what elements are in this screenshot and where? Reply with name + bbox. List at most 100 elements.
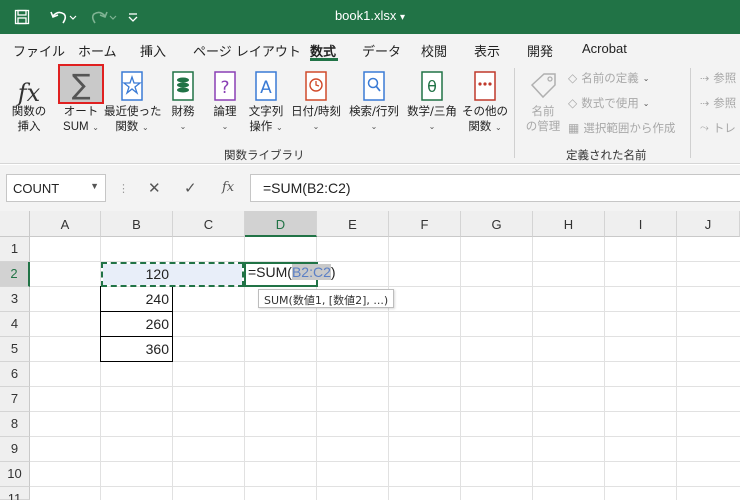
financial-button[interactable]: 財務 ⌄ (163, 64, 203, 144)
tab-acrobat[interactable]: Acrobat (582, 41, 627, 56)
tab-insert[interactable]: 挿入 (140, 41, 166, 60)
theta-book-icon: θ (421, 71, 443, 101)
row-header[interactable]: 3 (0, 287, 30, 312)
gridline (30, 486, 740, 487)
tab-page-layout[interactable]: ページ レイアウト (193, 41, 301, 60)
tab-home[interactable]: ホーム (78, 41, 117, 60)
column-header[interactable]: J (677, 211, 740, 237)
letter-book-icon: A (255, 71, 277, 101)
column-header[interactable]: A (30, 211, 101, 237)
name-manager-button[interactable]: 名前 の管理 (522, 64, 564, 144)
gridline (388, 237, 389, 500)
autosum-button[interactable]: ∑ オート SUM ⌄ (58, 64, 104, 144)
column-header[interactable]: B (101, 211, 173, 237)
column-header[interactable]: E (317, 211, 389, 237)
trace-dependents-button[interactable]: ⇢ 参照 (700, 95, 736, 111)
create-from-selection-button[interactable]: ▦ 選択範囲から作成 (568, 120, 675, 136)
gridline (604, 237, 605, 500)
column-header[interactable]: C (173, 211, 245, 237)
chevron-down-icon: ⌄ (312, 122, 320, 131)
marching-ants-selection (101, 262, 244, 287)
column-header[interactable]: G (461, 211, 533, 237)
row-header[interactable]: 9 (0, 437, 30, 462)
row-header[interactable]: 5 (0, 337, 30, 362)
group-label-defined-names: 定義された名前 (566, 148, 647, 162)
remove-arrows-button[interactable]: ⤳ トレ (700, 120, 736, 136)
active-tab-indicator (310, 58, 338, 61)
window-title[interactable]: book1.xlsx ▾ (0, 8, 740, 23)
chevron-down-icon: ⌄ (642, 98, 650, 108)
row-header-active[interactable]: 2 (0, 262, 30, 287)
cell-b5[interactable]: 360 (101, 337, 173, 362)
recently-used-button[interactable]: 最近使った 関数 ⌄ (104, 64, 162, 144)
ribbon-tabs: ファイル ホーム 挿入 ページ レイアウト 数式 データ 校閲 表示 開発 Ac… (0, 34, 740, 64)
datetime-button[interactable]: 日付/時刻 ⌄ (288, 64, 344, 144)
chevron-down-icon: ⌄ (428, 122, 436, 131)
cancel-icon[interactable]: ✕ (148, 179, 161, 197)
cell-d2-formula: =SUM(B2:C2) (248, 264, 336, 280)
trace-precedents-button[interactable]: ⇢ 参照 (700, 70, 736, 86)
gridline (30, 461, 740, 462)
cell-b3[interactable]: 240 (101, 287, 173, 312)
tag-icon (530, 73, 556, 99)
tab-review[interactable]: 校閲 (421, 41, 447, 60)
trace-icon: ⇢ (700, 96, 710, 110)
lookup-button[interactable]: 検索/行列 ⌄ (345, 64, 403, 144)
tab-view[interactable]: 表示 (474, 41, 500, 60)
formula-tag-icon: ◇ (568, 96, 578, 110)
more-functions-button[interactable]: その他の 関数 ⌄ (461, 64, 509, 144)
use-in-formula-button[interactable]: ◇ 数式で使用 ⌄ (568, 95, 649, 111)
grid-icon: ▦ (568, 121, 580, 135)
range-reference: B2:C2 (291, 264, 331, 280)
define-name-button[interactable]: ◇ 名前の定義 ⌄ (568, 70, 649, 86)
row-header[interactable]: 7 (0, 387, 30, 412)
function-tooltip[interactable]: SUM(数値1, [数値2], ...) (258, 289, 395, 308)
gridline (460, 237, 461, 500)
column-header-active[interactable]: D (245, 211, 317, 237)
question-book-icon: ? (214, 71, 236, 101)
title-bar: book1.xlsx ▾ (0, 0, 740, 34)
chevron-down-icon: ⌄ (370, 122, 378, 131)
formula-input[interactable]: =SUM(B2:C2) (250, 174, 740, 202)
chevron-down-icon: ⌄ (275, 123, 283, 132)
tab-developer[interactable]: 開発 (527, 41, 553, 60)
row-header[interactable]: 8 (0, 412, 30, 437)
chevron-down-icon: ⌄ (642, 73, 650, 83)
chevron-down-icon[interactable]: ▼ (90, 181, 99, 191)
row-header[interactable]: 10 (0, 462, 30, 487)
cell-b4[interactable]: 260 (101, 312, 173, 337)
tab-file[interactable]: ファイル (13, 41, 65, 60)
gridline (30, 411, 740, 412)
gridline (676, 237, 677, 500)
ribbon: fx 関数の 挿入 ∑ オート SUM ⌄ 最近使った 関数 ⌄ 財務 ⌄ ? … (0, 64, 740, 164)
formula-bar: COUNT ▼ ⋮ ✕ ✓ fx =SUM(B2:C2) (0, 165, 740, 211)
logical-button[interactable]: ? 論理 ⌄ (205, 64, 245, 144)
row-header[interactable]: 4 (0, 312, 30, 337)
fx-icon: fx (17, 79, 41, 107)
coins-book-icon (172, 71, 194, 101)
math-trig-button[interactable]: θ 数学/三角 ⌄ (403, 64, 461, 144)
gridline (30, 436, 740, 437)
gridline (30, 386, 740, 387)
chevron-down-icon: ⌄ (92, 123, 99, 132)
column-header[interactable]: I (605, 211, 677, 237)
insert-function-icon[interactable]: fx (222, 180, 234, 195)
column-header[interactable]: F (389, 211, 461, 237)
row-header[interactable]: 11 (0, 487, 30, 500)
row-header[interactable]: 1 (0, 237, 30, 262)
clock-book-icon (305, 71, 327, 101)
row-header[interactable]: 6 (0, 362, 30, 387)
insert-function-button[interactable]: fx 関数の 挿入 (6, 64, 52, 144)
gridline (532, 237, 533, 500)
chevron-down-icon: ⌄ (221, 122, 229, 131)
enter-icon[interactable]: ✓ (184, 179, 197, 197)
drag-handle-icon[interactable]: ⋮ (118, 182, 129, 195)
svg-text:A: A (260, 78, 272, 98)
star-book-icon (121, 71, 143, 101)
tab-data[interactable]: データ (362, 41, 401, 60)
name-box[interactable]: COUNT ▼ (6, 174, 106, 202)
text-button[interactable]: A 文字列 操作 ⌄ (245, 64, 287, 144)
column-header[interactable]: H (533, 211, 605, 237)
select-all-corner[interactable] (0, 211, 30, 237)
svg-text:?: ? (220, 78, 229, 98)
